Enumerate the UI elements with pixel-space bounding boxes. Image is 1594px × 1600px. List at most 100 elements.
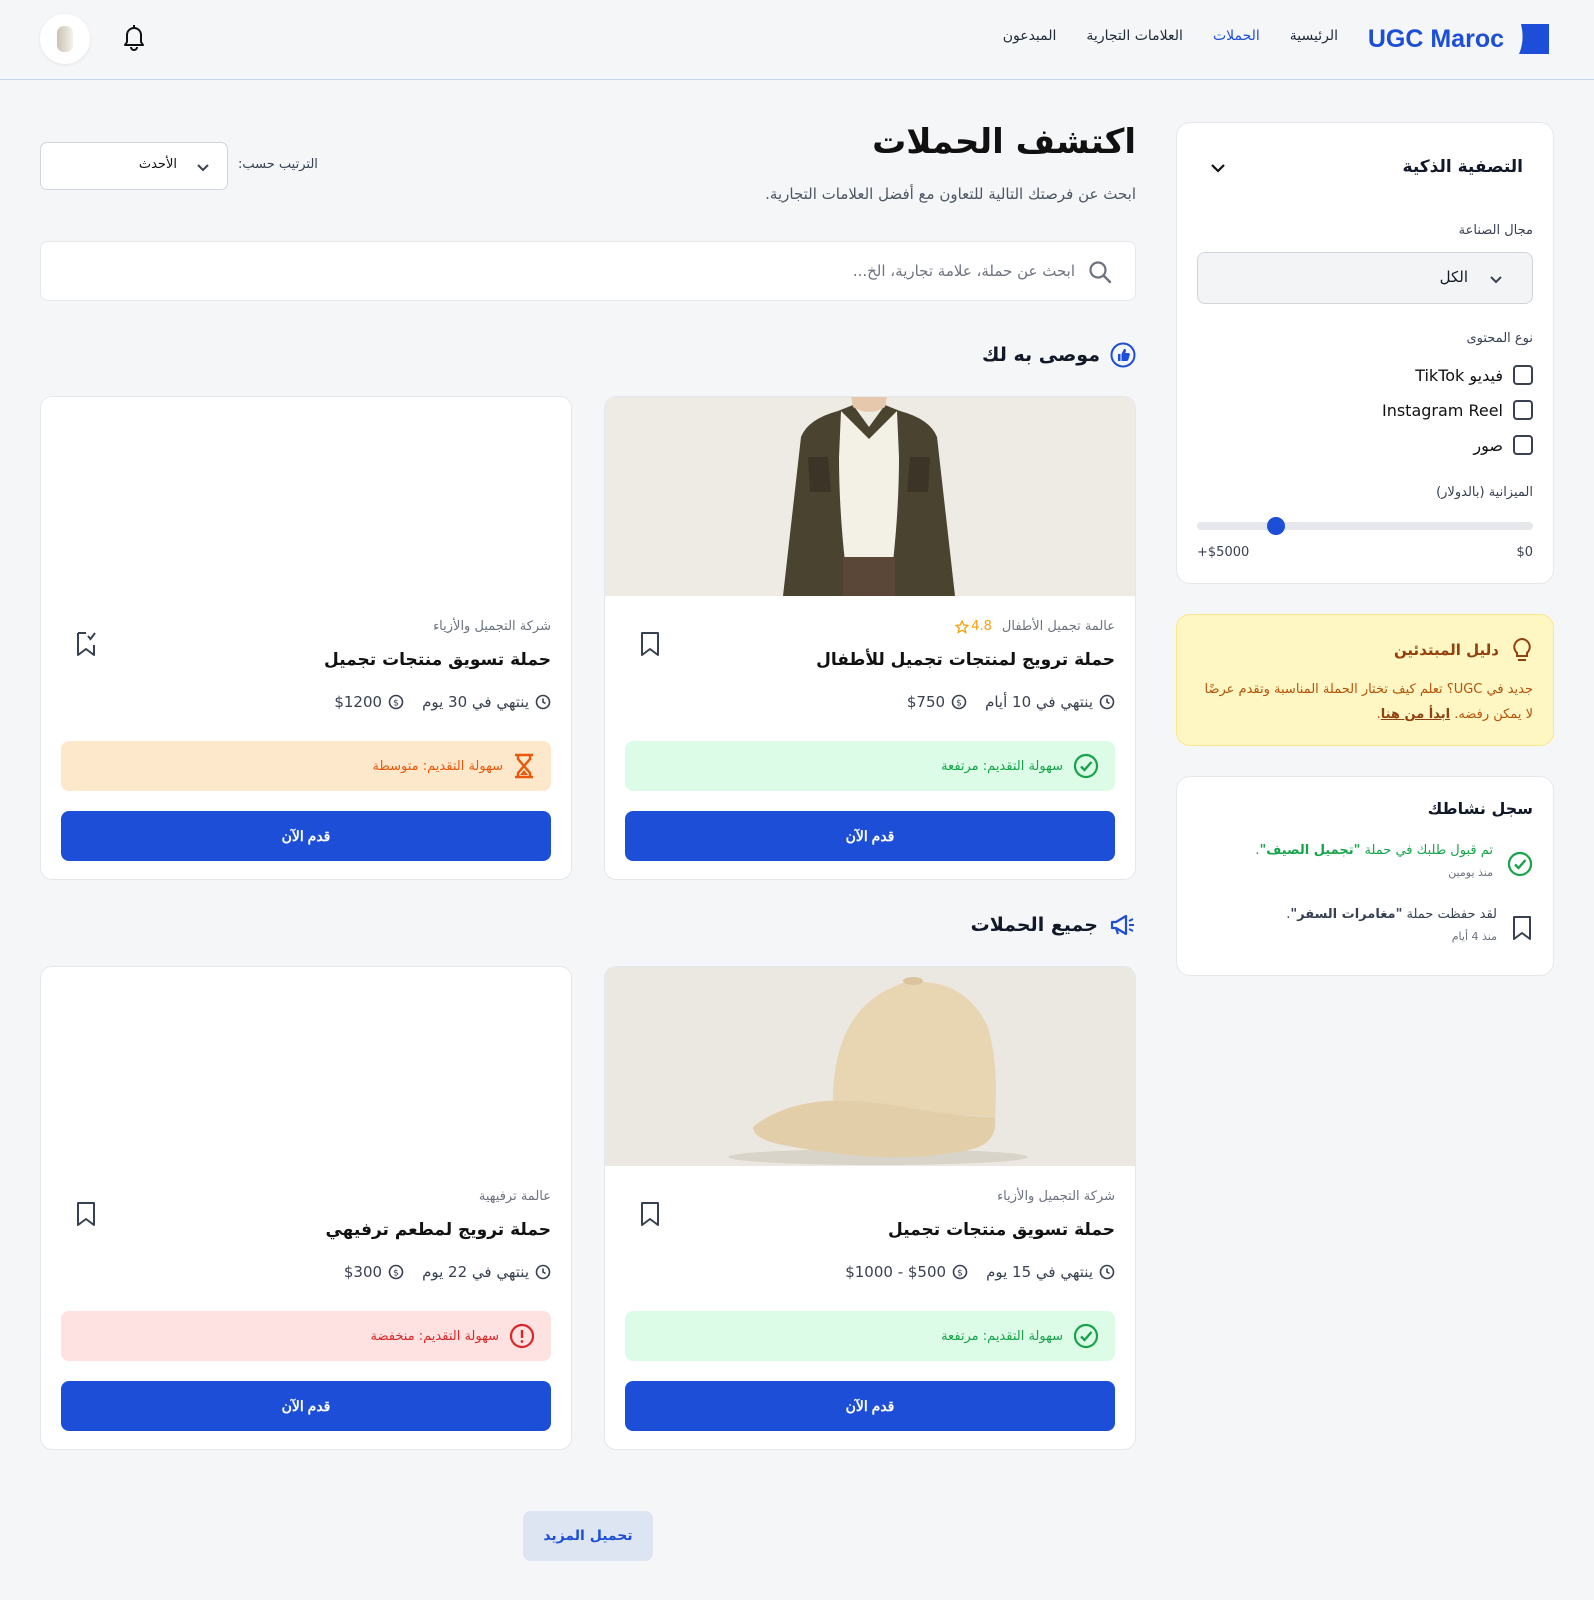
card-brand: عالمة تجميل الأطفال 4.8 xyxy=(955,619,1115,634)
card-title: حملة ترويج لمنتجات تجميل للأطفال xyxy=(816,650,1115,670)
search-input[interactable] xyxy=(175,242,1075,300)
thumbs-up-icon xyxy=(1110,342,1136,368)
clock-icon xyxy=(535,1264,551,1280)
campaign-card[interactable]: عالمة ترفيهية حملة ترويج لمطعم ترفيهي ين… xyxy=(40,966,572,1450)
svg-text:$: $ xyxy=(956,699,962,709)
guide-link[interactable]: ابدأ من هنا xyxy=(1381,707,1450,722)
rating-value: 4.8 xyxy=(971,619,992,634)
industry-label: مجال الصناعة xyxy=(1458,223,1533,238)
ease-text: سهولة التقديم: مرتفعة xyxy=(941,758,1063,774)
option-label: Instagram Reel xyxy=(1381,400,1503,420)
recommended-heading: موصى به لك xyxy=(982,342,1136,368)
option-tiktok[interactable]: فيديو TikTok xyxy=(1415,365,1533,385)
budget: $ $500 - $1000 xyxy=(845,1263,968,1281)
nav-campaigns[interactable]: الحملات xyxy=(1213,28,1260,44)
budget: $ $750 xyxy=(907,693,967,711)
industry-select[interactable]: الكل xyxy=(1197,252,1533,304)
guide-text: جديد في UGC؟ تعلم كيف تختار الحملة المنا… xyxy=(1195,677,1534,727)
rating: 4.8 xyxy=(955,619,992,634)
bookmark-icon[interactable] xyxy=(639,1201,661,1227)
activity-title: سجل نشاطك xyxy=(1427,799,1533,818)
clock-icon xyxy=(1099,1264,1115,1280)
budget-slider[interactable] xyxy=(1197,517,1533,535)
smart-filter-panel: التصفية الذكية مجال الصناعة الكل نوع الم… xyxy=(1176,122,1554,584)
search-bar xyxy=(40,241,1136,301)
activity-item: تم قبول طلبك في حملة "تجميل الصيف". منذ … xyxy=(1255,843,1533,879)
bookmark-icon[interactable] xyxy=(75,1201,97,1227)
beginners-guide: دليل المبتدئين جديد في UGC؟ تعلم كيف تخت… xyxy=(1176,614,1554,746)
check-circle-icon xyxy=(1507,851,1533,877)
option-instagram-reel[interactable]: Instagram Reel xyxy=(1382,400,1533,420)
all-campaigns-heading: جميع الحملات xyxy=(971,913,1136,937)
card-title: حملة ترويج لمطعم ترفيهي xyxy=(325,1220,551,1240)
option-label: صور xyxy=(1473,435,1503,455)
checkbox[interactable] xyxy=(1513,435,1533,455)
apply-button[interactable]: قدم الآن xyxy=(625,811,1115,861)
svg-text:$: $ xyxy=(393,699,399,709)
deadline-text: ينتهي في 10 أيام xyxy=(985,693,1093,711)
card-brand: شركة التجميل والأزياء xyxy=(997,1189,1115,1204)
logo-mark-icon xyxy=(1519,24,1549,54)
logo[interactable]: UGC Maroc xyxy=(1368,22,1550,56)
chevron-down-icon xyxy=(1490,276,1502,284)
sort-value: الأحدث xyxy=(138,157,177,172)
apply-button[interactable]: قدم الآن xyxy=(61,811,551,861)
slider-thumb[interactable] xyxy=(1266,517,1285,535)
campaign-card[interactable]: شركة التجميل والأزياء حملة تسويق منتجات … xyxy=(40,396,572,880)
clock-icon xyxy=(535,694,551,710)
guide-heading: دليل المبتدئين xyxy=(1394,637,1533,663)
dollar-icon: $ xyxy=(388,694,404,710)
card-title: حملة تسويق منتجات تجميل xyxy=(324,650,551,670)
activity-highlight: "مغامرات السفر" xyxy=(1290,907,1403,922)
clock-icon xyxy=(1099,694,1115,710)
card-image-placeholder xyxy=(41,397,571,596)
card-meta: ينتهي في 30 يوم $ $1200 xyxy=(334,693,551,711)
nav-creators[interactable]: المبدعون xyxy=(1003,28,1057,44)
option-photos[interactable]: صور xyxy=(1473,435,1533,455)
activity-text: تم قبول طلبك في حملة "تجميل الصيف". xyxy=(1255,843,1493,858)
campaign-card[interactable]: شركة التجميل والأزياء حملة تسويق منتجات … xyxy=(604,966,1136,1450)
avatar[interactable] xyxy=(40,14,90,64)
activity-log: سجل نشاطك تم قبول طلبك في حملة "تجميل ال… xyxy=(1176,776,1554,976)
search-icon xyxy=(1089,261,1112,284)
budget-label: الميزانية (بالدولار) xyxy=(1436,485,1533,500)
campaign-card[interactable]: عالمة تجميل الأطفال 4.8 حملة ترويج لمنتج… xyxy=(604,396,1136,880)
nav-home[interactable]: الرئيسية xyxy=(1290,28,1338,44)
megaphone-icon xyxy=(1110,914,1134,936)
bookmark-icon[interactable] xyxy=(639,631,661,657)
deadline: ينتهي في 22 يوم xyxy=(422,1263,551,1281)
check-circle-icon xyxy=(1073,753,1099,779)
deadline: ينتهي في 10 أيام xyxy=(985,693,1115,711)
activity-time: منذ يومين xyxy=(1448,866,1493,879)
checkbox[interactable] xyxy=(1513,365,1533,385)
cap-photo xyxy=(605,967,1135,1166)
activity-text: لقد حفظت حملة "مغامرات السفر". xyxy=(1286,907,1497,922)
apply-button[interactable]: قدم الآن xyxy=(625,1381,1115,1431)
chevron-down-icon xyxy=(197,164,209,172)
card-meta: ينتهي في 22 يوم $ $300 xyxy=(344,1263,551,1281)
apply-button[interactable]: قدم الآن xyxy=(61,1381,551,1431)
card-meta: ينتهي في 15 يوم $ $500 - $1000 xyxy=(845,1263,1115,1281)
budget: $ $300 xyxy=(344,1263,404,1281)
page-subtitle: ابحث عن فرصتك التالية للتعاون مع أفضل ال… xyxy=(765,185,1136,203)
budget-max: $5000+ xyxy=(1197,545,1250,560)
deadline-text: ينتهي في 15 يوم xyxy=(986,1263,1093,1281)
ease-text: سهولة التقديم: منخفضة xyxy=(370,1328,499,1344)
logo-text: UGC Maroc xyxy=(1367,24,1504,53)
bookmark-icon xyxy=(1513,916,1531,940)
chevron-down-icon[interactable] xyxy=(1209,159,1227,177)
top-navbar: UGC Maroc الرئيسية الحملات العلامات التج… xyxy=(0,0,1594,80)
load-more-button[interactable]: تحميل المزيد xyxy=(523,1511,653,1561)
checkbox[interactable] xyxy=(1513,400,1533,420)
nav-brands[interactable]: العلامات التجارية xyxy=(1086,28,1183,44)
guide-body: جديد في UGC؟ تعلم كيف تختار الحملة المنا… xyxy=(1204,682,1534,722)
bell-icon[interactable] xyxy=(120,22,148,52)
sort-select[interactable]: الأحدث xyxy=(40,142,228,190)
bookmark-check-icon[interactable] xyxy=(75,631,97,657)
ease-badge: سهولة التقديم: متوسطة xyxy=(61,741,551,791)
star-icon xyxy=(955,619,970,634)
sort-label: الترتيب حسب: xyxy=(238,157,318,172)
deadline-text: ينتهي في 22 يوم xyxy=(422,1263,529,1281)
budget-min: $0 xyxy=(1516,545,1533,560)
deadline-text: ينتهي في 30 يوم xyxy=(422,693,529,711)
